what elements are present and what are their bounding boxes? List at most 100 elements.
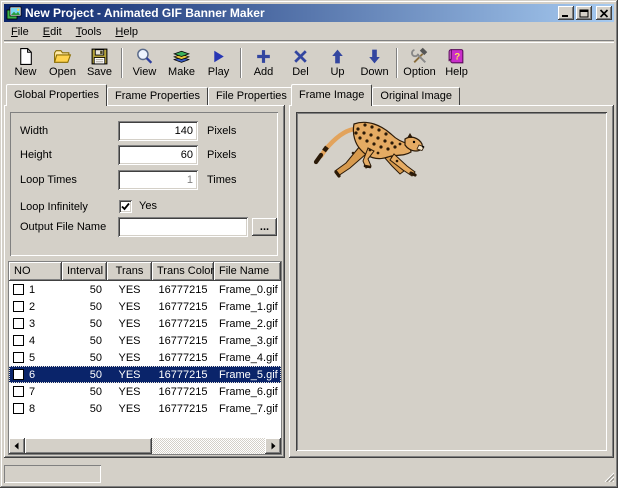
cell-file-name: Frame_6.gif — [214, 386, 281, 398]
toolbar-open-button[interactable]: Open — [44, 44, 81, 81]
scroll-right-button[interactable] — [265, 438, 281, 454]
scrollbar-thumb[interactable] — [25, 438, 152, 454]
cell-trans: YES — [107, 318, 152, 330]
row-number: 6 — [29, 369, 35, 381]
loop-times-row: Loop Times Times — [11, 170, 277, 190]
scroll-left-button[interactable] — [9, 438, 25, 454]
toolbar-button-label: Make — [168, 67, 195, 78]
tab-original-image[interactable]: Original Image — [372, 87, 460, 105]
row-checkbox[interactable] — [13, 403, 24, 414]
row-checkbox[interactable] — [13, 369, 24, 380]
option-tools-icon — [410, 47, 429, 66]
menu-edit[interactable]: Edit — [36, 24, 69, 40]
toolbar-down-button[interactable]: Down — [356, 44, 393, 81]
toolbar-button-label: Save — [87, 67, 112, 78]
width-label: Width — [20, 121, 48, 141]
table-row-2[interactable]: 250YES16777215Frame_1.gif — [9, 298, 281, 315]
toolbar-new-button[interactable]: New — [7, 44, 44, 81]
width-input[interactable] — [118, 121, 198, 141]
toolbar-button-label: Option — [403, 67, 435, 78]
toolbar-save-button[interactable]: Save — [81, 44, 118, 81]
cell-trans-color: 16777215 — [152, 386, 214, 398]
frames-table-body: 150YES16777215Frame_0.gif250YES16777215F… — [9, 281, 281, 437]
row-checkbox[interactable] — [13, 284, 24, 295]
scrollbar-track[interactable] — [25, 438, 265, 454]
tab-file-properties[interactable]: File Properties — [208, 87, 295, 105]
toolbar-view-button[interactable]: View — [126, 44, 163, 81]
cell-interval: 50 — [62, 301, 107, 313]
row-checkbox[interactable] — [13, 352, 24, 363]
height-input[interactable] — [118, 145, 198, 165]
cell-no: 7 — [9, 386, 62, 398]
loop-infinitely-checkbox[interactable] — [119, 200, 132, 213]
row-number: 3 — [29, 318, 35, 330]
column-header-file-name[interactable]: File Name — [214, 262, 281, 281]
menu-help[interactable]: Help — [108, 24, 145, 40]
resize-grip-icon[interactable] — [601, 469, 614, 482]
view-magnifier-icon — [135, 47, 154, 66]
column-header-trans-color[interactable]: Trans Color — [152, 262, 214, 281]
frames-table: NOIntervalTransTrans ColorFile Name 150Y… — [8, 261, 282, 455]
toolbar-button-label: Del — [292, 67, 309, 78]
toolbar-button-label: View — [133, 67, 157, 78]
table-row-3[interactable]: 350YES16777215Frame_2.gif — [9, 315, 281, 332]
save-floppy-icon — [90, 47, 109, 66]
cell-trans: YES — [107, 284, 152, 296]
table-row-1[interactable]: 150YES16777215Frame_0.gif — [9, 281, 281, 298]
row-checkbox[interactable] — [13, 386, 24, 397]
toolbar-button-label: Open — [49, 67, 76, 78]
browse-button[interactable]: ... — [252, 218, 277, 236]
toolbar-button-label: Add — [254, 67, 274, 78]
cell-file-name: Frame_4.gif — [214, 352, 281, 364]
loop-times-unit-label: Times — [207, 170, 237, 190]
row-checkbox[interactable] — [13, 335, 24, 346]
toolbar-up-button[interactable]: Up — [319, 44, 356, 81]
toolbar-option-button[interactable]: Option — [401, 44, 438, 81]
frame-image-area — [296, 112, 607, 451]
table-row-4[interactable]: 450YES16777215Frame_3.gif — [9, 332, 281, 349]
table-row-5[interactable]: 550YES16777215Frame_4.gif — [9, 349, 281, 366]
column-header-trans[interactable]: Trans — [107, 262, 152, 281]
cell-trans-color: 16777215 — [152, 352, 214, 364]
toolbar-make-button[interactable]: Make — [163, 44, 200, 81]
table-horizontal-scrollbar[interactable] — [9, 438, 281, 454]
play-icon — [209, 47, 228, 66]
table-row-7[interactable]: 750YES16777215Frame_6.gif — [9, 383, 281, 400]
running-cheetah-image — [308, 116, 438, 206]
toolbar-help-button[interactable]: ?Help — [438, 44, 475, 81]
row-number: 8 — [29, 403, 35, 415]
close-button[interactable] — [596, 6, 612, 20]
table-row-8[interactable]: 850YES16777215Frame_7.gif — [9, 400, 281, 417]
menu-file[interactable]: File — [4, 24, 36, 40]
toolbar-play-button[interactable]: Play — [200, 44, 237, 81]
row-checkbox[interactable] — [13, 301, 24, 312]
cell-no: 3 — [9, 318, 62, 330]
cell-trans-color: 16777215 — [152, 318, 214, 330]
toolbar-add-button[interactable]: Add — [245, 44, 282, 81]
column-header-interval[interactable]: Interval — [62, 262, 107, 281]
cell-interval: 50 — [62, 403, 107, 415]
app-icon — [6, 5, 22, 21]
output-file-name-input[interactable] — [118, 217, 248, 237]
row-checkbox[interactable] — [13, 318, 24, 329]
cell-file-name: Frame_1.gif — [214, 301, 281, 313]
window-title: New Project - Animated GIF Banner Maker — [25, 6, 558, 20]
titlebar: New Project - Animated GIF Banner Maker — [4, 4, 614, 22]
toolbar-button-label: Help — [445, 67, 468, 78]
menu-tools[interactable]: Tools — [69, 24, 109, 40]
column-header-no[interactable]: NO — [9, 262, 62, 281]
tab-global-properties[interactable]: Global Properties — [6, 84, 107, 106]
status-bar — [4, 461, 614, 484]
toolbar-del-button[interactable]: Del — [282, 44, 319, 81]
tab-frame-image[interactable]: Frame Image — [291, 84, 372, 106]
toolbar-button-label: Play — [208, 67, 229, 78]
tab-frame-properties[interactable]: Frame Properties — [107, 87, 208, 105]
maximize-button[interactable] — [576, 6, 592, 20]
cell-trans: YES — [107, 369, 152, 381]
make-layers-icon — [172, 47, 191, 66]
minimize-button[interactable] — [558, 6, 574, 20]
toolbar-button-label: Up — [330, 67, 344, 78]
table-row-6[interactable]: 650YES16777215Frame_5.gif — [9, 366, 281, 383]
frames-table-header: NOIntervalTransTrans ColorFile Name — [9, 262, 281, 281]
cell-trans-color: 16777215 — [152, 284, 214, 296]
